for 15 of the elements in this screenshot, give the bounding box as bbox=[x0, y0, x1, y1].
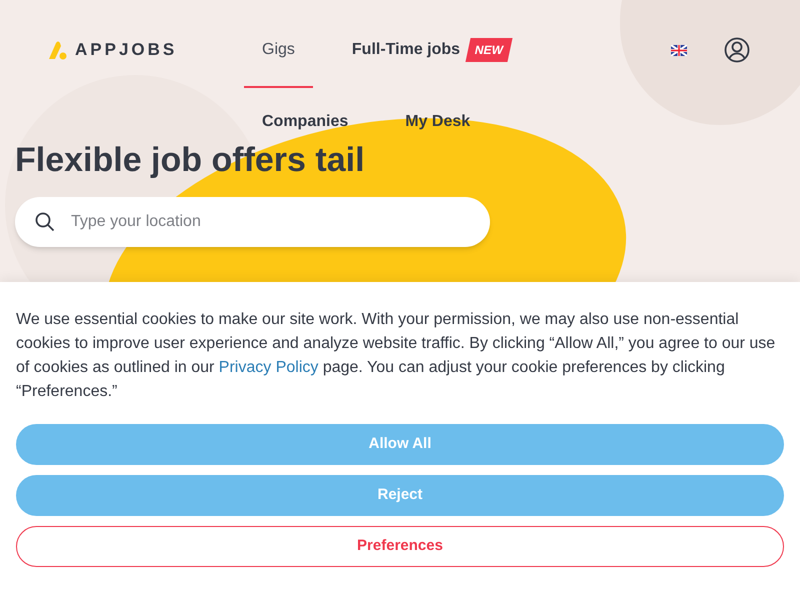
logo-icon bbox=[48, 40, 67, 60]
user-account-icon[interactable] bbox=[724, 37, 750, 63]
search-bar[interactable]: Type your location bbox=[15, 197, 490, 247]
uk-flag-icon bbox=[671, 44, 687, 56]
cookie-consent-button[interactable]: Preferences bbox=[16, 526, 784, 567]
nav-link[interactable]: Gigs bbox=[262, 38, 295, 62]
logo-text: APPJOBS bbox=[75, 39, 178, 62]
nav-link[interactable]: Full-Time jobs bbox=[352, 38, 460, 62]
search-icon bbox=[35, 212, 55, 232]
active-tab-underline bbox=[244, 86, 313, 88]
nav-link[interactable]: Companies bbox=[262, 110, 348, 134]
privacy-policy-link[interactable]: Privacy Policy bbox=[218, 359, 318, 376]
cookie-notice-text: We use essential cookies to make our site work. With your permission, we may also use non-essential cookies to improve user experience and analyze website traffic. By clicking “Allow All,” you agree to our use of cookies as outlined in our Privacy Policy page. You can adjust your cookie preferences by clicking “Preferences.” bbox=[16, 310, 776, 402]
new-badge: NEW bbox=[466, 38, 513, 62]
location-search-field[interactable]: Type your location bbox=[71, 210, 470, 234]
